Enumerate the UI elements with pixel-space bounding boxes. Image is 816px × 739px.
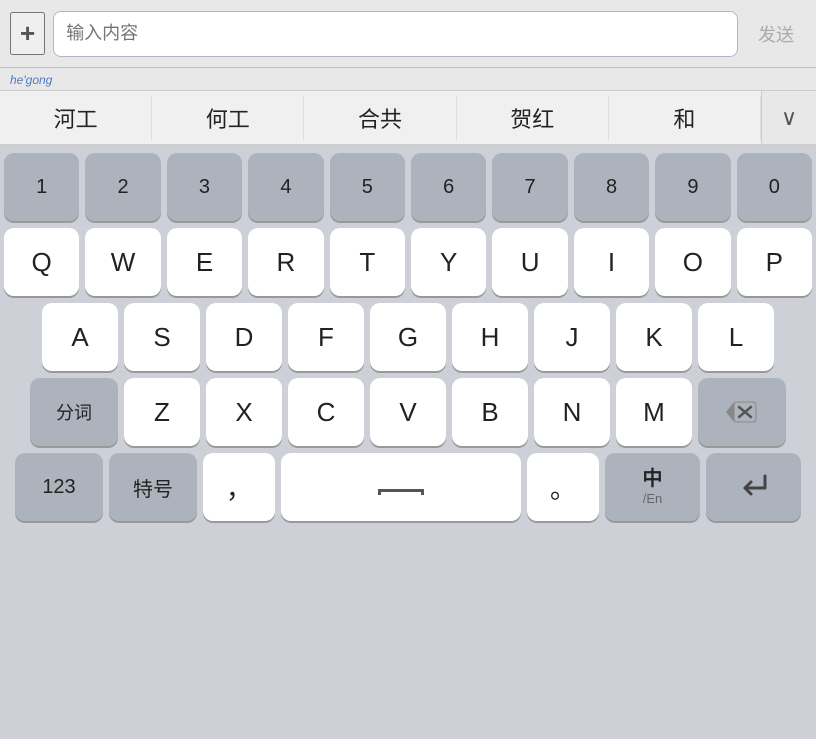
key-v[interactable]: V xyxy=(370,378,446,446)
send-button[interactable]: 发送 xyxy=(746,15,806,53)
candidate-expand-button[interactable]: ∨ xyxy=(761,91,816,144)
qwerty-row: Q W E R T Y U I O P xyxy=(4,228,812,296)
key-i[interactable]: I xyxy=(574,228,649,296)
key-fenci[interactable]: 分词 xyxy=(30,378,118,446)
candidate-item-3[interactable]: 贺红 xyxy=(457,96,609,140)
key-s[interactable]: S xyxy=(124,303,200,371)
candidate-item-0[interactable]: 河工 xyxy=(0,96,152,140)
key-6[interactable]: 6 xyxy=(411,153,486,221)
key-1[interactable]: 1 xyxy=(4,153,79,221)
key-m[interactable]: M xyxy=(616,378,692,446)
key-c[interactable]: C xyxy=(288,378,364,446)
key-3[interactable]: 3 xyxy=(167,153,242,221)
key-123[interactable]: 123 xyxy=(15,453,103,521)
backspace-icon xyxy=(726,400,758,424)
keyboard: 1 2 3 4 5 6 7 8 9 0 Q W E R T Y U I O P … xyxy=(0,145,816,739)
key-x[interactable]: X xyxy=(206,378,282,446)
plus-button[interactable]: + xyxy=(10,12,45,55)
key-y[interactable]: Y xyxy=(411,228,486,296)
key-2[interactable]: 2 xyxy=(85,153,160,221)
key-b[interactable]: B xyxy=(452,378,528,446)
enter-key[interactable] xyxy=(706,453,801,521)
key-z[interactable]: Z xyxy=(124,378,200,446)
candidate-item-2[interactable]: 合共 xyxy=(304,96,456,140)
backspace-button[interactable] xyxy=(698,378,786,446)
message-input[interactable] xyxy=(53,11,738,57)
candidate-bar: 河工 何工 合共 贺红 和 ∨ xyxy=(0,90,816,145)
space-key[interactable] xyxy=(281,453,521,521)
lang-main: 中 xyxy=(643,467,663,491)
key-h[interactable]: H xyxy=(452,303,528,371)
key-g[interactable]: G xyxy=(370,303,446,371)
lang-inner: 中 /En xyxy=(643,467,663,507)
zxcv-row: 分词 Z X C V B N M xyxy=(4,378,812,446)
key-0[interactable]: 0 xyxy=(737,153,812,221)
number-row: 1 2 3 4 5 6 7 8 9 0 xyxy=(4,153,812,221)
bottom-row: 123 特号 ， 。 中 /En xyxy=(4,453,812,521)
key-period[interactable]: 。 xyxy=(527,453,599,521)
candidate-item-4[interactable]: 和 xyxy=(609,96,761,140)
key-p[interactable]: P xyxy=(737,228,812,296)
key-o[interactable]: O xyxy=(655,228,730,296)
pinyin-bar: he'gong xyxy=(0,68,816,90)
key-f[interactable]: F xyxy=(288,303,364,371)
key-r[interactable]: R xyxy=(248,228,323,296)
key-special[interactable]: 特号 xyxy=(109,453,197,521)
key-a[interactable]: A xyxy=(42,303,118,371)
pinyin-display: he'gong xyxy=(10,73,52,87)
key-u[interactable]: U xyxy=(492,228,567,296)
asdf-row: A S D F G H J K L xyxy=(4,303,812,371)
enter-icon xyxy=(737,470,771,504)
key-8[interactable]: 8 xyxy=(574,153,649,221)
key-q[interactable]: Q xyxy=(4,228,79,296)
key-lang[interactable]: 中 /En xyxy=(605,453,700,521)
key-j[interactable]: J xyxy=(534,303,610,371)
lang-sub: /En xyxy=(643,491,663,507)
key-9[interactable]: 9 xyxy=(655,153,730,221)
key-n[interactable]: N xyxy=(534,378,610,446)
key-4[interactable]: 4 xyxy=(248,153,323,221)
key-d[interactable]: D xyxy=(206,303,282,371)
key-w[interactable]: W xyxy=(85,228,160,296)
key-5[interactable]: 5 xyxy=(330,153,405,221)
key-k[interactable]: K xyxy=(616,303,692,371)
key-e[interactable]: E xyxy=(167,228,242,296)
candidate-item-1[interactable]: 何工 xyxy=(152,96,304,140)
key-7[interactable]: 7 xyxy=(492,153,567,221)
key-comma[interactable]: ， xyxy=(203,453,275,521)
key-t[interactable]: T xyxy=(330,228,405,296)
key-l[interactable]: L xyxy=(698,303,774,371)
top-bar: + 发送 xyxy=(0,0,816,68)
